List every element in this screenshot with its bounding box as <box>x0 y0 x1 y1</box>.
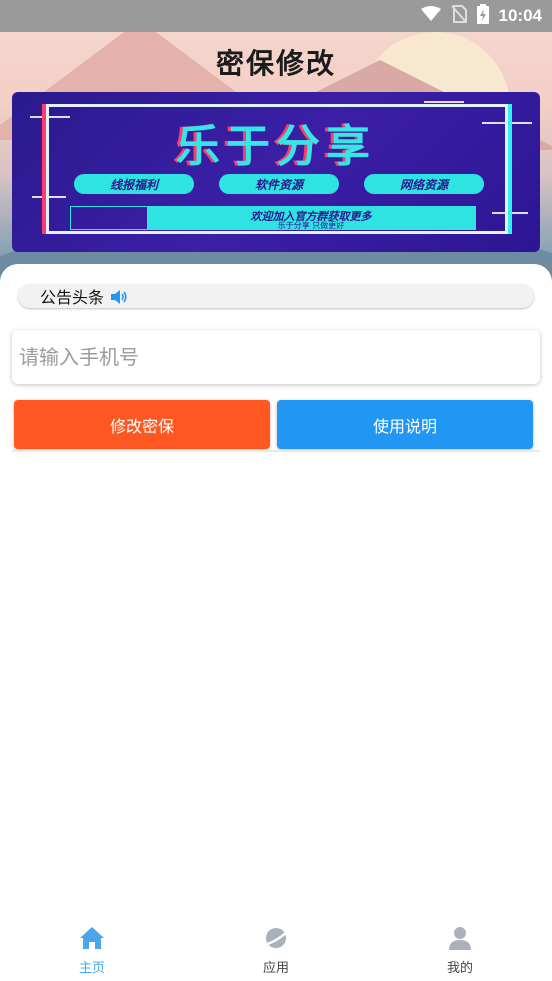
no-sim-icon <box>450 5 467 27</box>
status-time: 10:04 <box>498 6 542 25</box>
modify-security-button[interactable]: 修改密保 <box>14 400 270 449</box>
planet-icon <box>263 926 289 954</box>
status-bar: 10:04 <box>0 0 552 32</box>
wifi-icon <box>420 6 441 26</box>
banner-tag: 线报福利 <box>74 174 194 194</box>
notice-bar[interactable]: 公告头条 <box>18 284 534 308</box>
banner-tags: 线报福利 软件资源 网络资源 <box>74 174 484 194</box>
usage-guide-button[interactable]: 使用说明 <box>277 400 533 449</box>
nav-label-apps: 应用 <box>262 961 289 976</box>
status-icons: 10:04 <box>420 4 542 28</box>
app-screen: 10:04 密保修改 乐于分享 线报福利 软件资源 网络资源 欢迎加入官方群获取… <box>0 0 552 981</box>
divider <box>12 450 540 452</box>
nav-label-me: 我的 <box>446 961 473 976</box>
nav-item-apps[interactable]: 应用 <box>184 918 368 981</box>
nav-label-home: 主页 <box>78 961 105 976</box>
banner-strip: 欢迎加入官方群获取更多 乐于分享 只做更好 <box>70 206 476 230</box>
nav-item-me[interactable]: 我的 <box>368 918 552 981</box>
bottom-nav: 主页 应用 我的 <box>0 918 552 981</box>
promo-banner[interactable]: 乐于分享 线报福利 软件资源 网络资源 欢迎加入官方群获取更多 乐于分享 只做更… <box>12 92 540 252</box>
battery-charging-icon <box>476 4 489 28</box>
banner-title: 乐于分享 <box>176 121 376 172</box>
nav-item-home[interactable]: 主页 <box>0 918 184 981</box>
banner-strip-subtext: 乐于分享 只做更好 <box>277 221 345 230</box>
home-icon <box>79 926 105 954</box>
notice-label: 公告头条 <box>40 288 105 307</box>
page-title: 密保修改 <box>215 47 336 80</box>
user-icon <box>447 926 473 954</box>
main-content: 公告头条 修改密保 使用说明 <box>0 264 552 924</box>
phone-input[interactable] <box>12 330 540 384</box>
glitch-line <box>424 101 464 103</box>
banner-tag: 软件资源 <box>219 174 339 194</box>
speaker-icon <box>110 289 128 304</box>
banner-tag: 网络资源 <box>364 174 484 194</box>
